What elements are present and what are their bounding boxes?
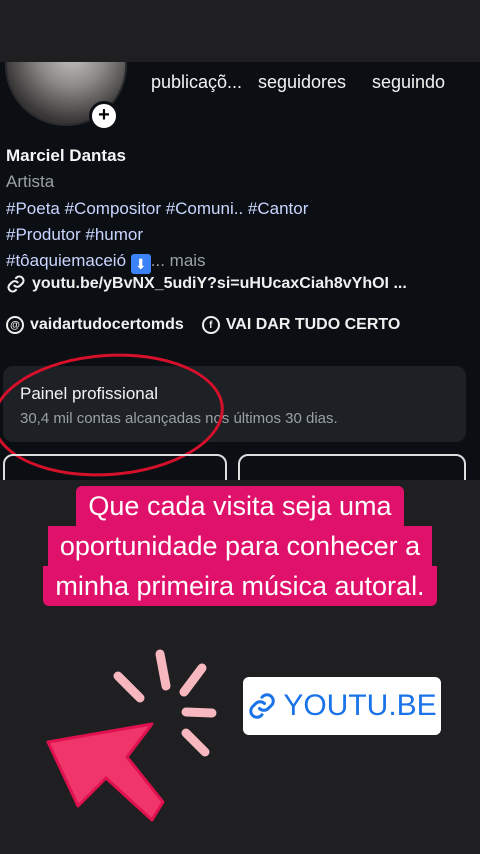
youtube-link-label[interactable]: YOUTU.BE (283, 689, 436, 723)
youtube-link-sticker[interactable]: YOUTU.BE (243, 677, 441, 735)
link-chain-icon (249, 693, 276, 719)
pink-arrow-icon (46, 722, 165, 822)
